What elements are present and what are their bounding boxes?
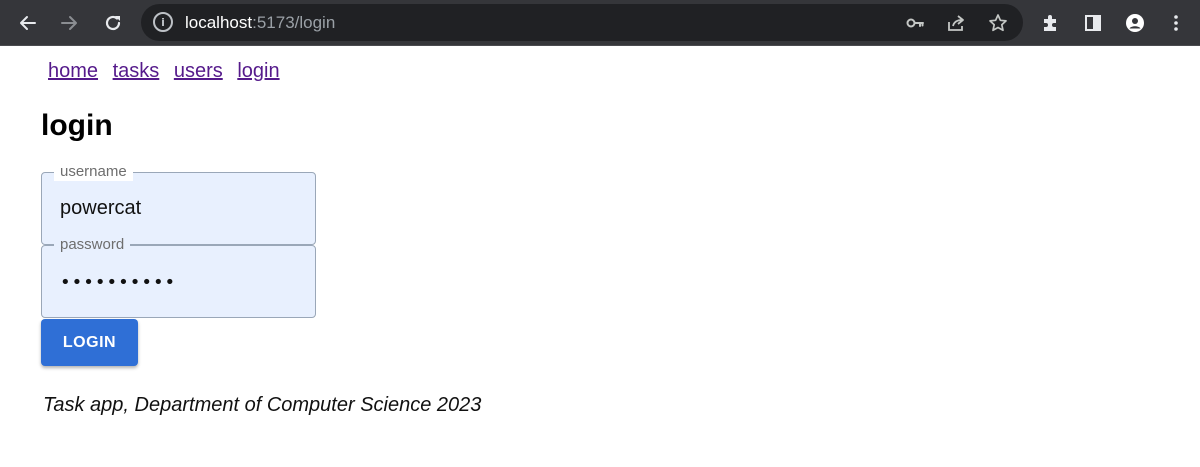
star-icon[interactable] (982, 7, 1014, 39)
key-icon[interactable] (899, 7, 931, 39)
username-field[interactable]: username powercat (41, 163, 316, 245)
info-icon[interactable]: i (153, 12, 173, 32)
back-icon[interactable] (12, 7, 44, 39)
top-nav: home tasks users login (48, 60, 289, 83)
forward-icon[interactable] (53, 7, 85, 39)
nav-link-home[interactable]: home (48, 60, 98, 82)
username-input[interactable]: powercat (60, 197, 300, 220)
share-icon[interactable] (940, 7, 972, 39)
reload-icon[interactable] (97, 7, 129, 39)
page-title: login (41, 109, 113, 142)
nav-link-tasks[interactable]: tasks (113, 60, 160, 82)
url-text[interactable]: localhost:5173/login (185, 13, 335, 33)
menu-icon[interactable] (1160, 7, 1192, 39)
nav-link-login[interactable]: login (237, 60, 279, 82)
password-field[interactable]: password •••••••••• (41, 236, 316, 318)
nav-link-users[interactable]: users (174, 60, 223, 82)
browser-toolbar: i localhost:5173/login (0, 0, 1200, 46)
side-panel-icon[interactable] (1077, 7, 1109, 39)
profile-icon[interactable] (1119, 7, 1151, 39)
extensions-icon[interactable] (1034, 7, 1066, 39)
password-input[interactable]: •••••••••• (60, 272, 300, 293)
address-bar[interactable]: i localhost:5173/login (141, 4, 1023, 41)
username-label: username (54, 163, 133, 181)
url-path: :5173/login (252, 13, 336, 32)
password-label: password (54, 236, 131, 254)
url-host: localhost (185, 13, 253, 32)
login-button[interactable]: LOGIN (41, 319, 138, 366)
footer-text: Task app, Department of Computer Science… (43, 394, 482, 416)
